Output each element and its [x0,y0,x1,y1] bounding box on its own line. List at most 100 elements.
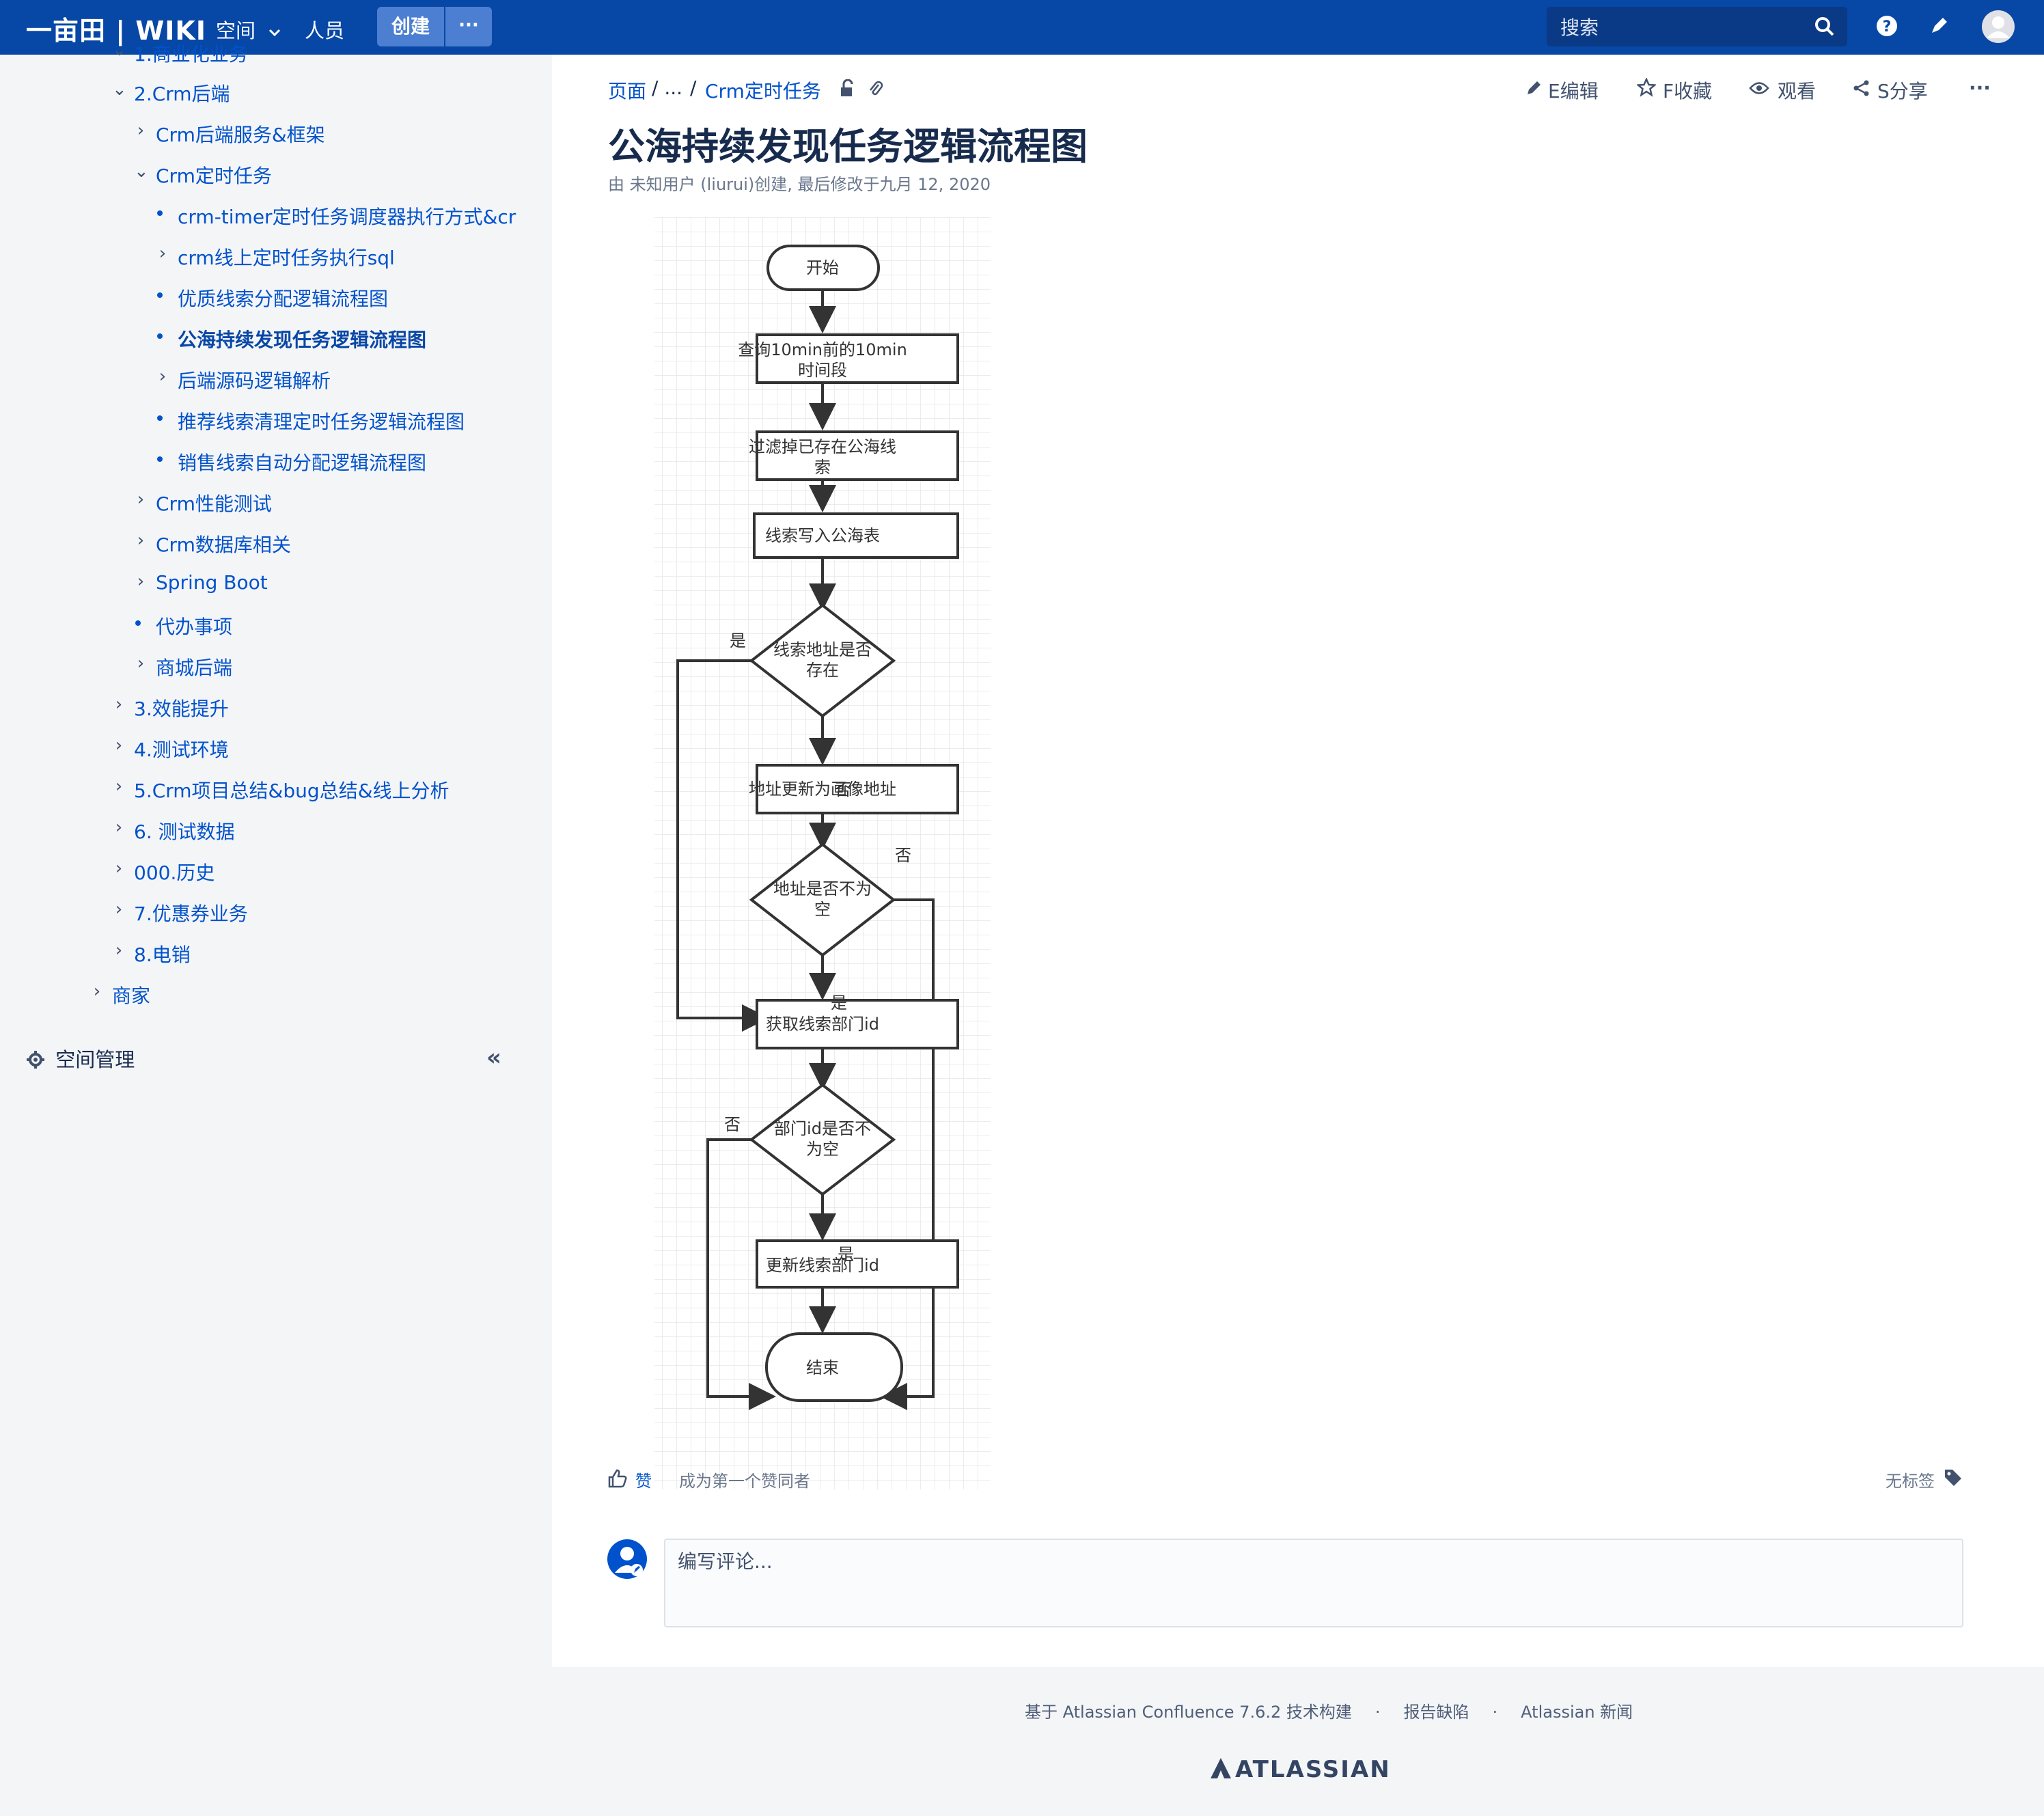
chevron-right-icon[interactable]: › [90,981,104,1002]
chevron-right-icon[interactable]: › [112,694,126,715]
flow-end: 结束 [806,1358,839,1377]
collapse-sidebar-icon[interactable]: « [486,1044,501,1071]
like-button[interactable]: 赞 [635,1468,652,1491]
help-icon[interactable]: ? [1875,14,1899,38]
search-icon[interactable] [1814,16,1835,37]
chevron-right-icon[interactable]: › [156,243,169,264]
share-button[interactable]: S分享 [1877,77,1928,104]
space-admin-link[interactable]: 空间管理 [26,1044,135,1073]
sidebar-item-crm-backend[interactable]: ⌄ 2.Crm后端 [112,79,230,107]
bullet-icon [157,210,163,216]
sidebar-item-label: Crm性能测试 [156,493,272,515]
sidebar-item-label: 8.电销 [134,944,191,966]
chevron-right-icon[interactable]: › [112,940,126,961]
breadcrumb-ellipsis[interactable]: / ... [652,77,682,99]
flow-step5: 获取线索部门id [766,1015,879,1034]
flow-start: 开始 [806,258,839,277]
sidebar-item-test-data[interactable]: › 6. 测试数据 [115,817,235,844]
sidebar-item-label: 3.效能提升 [134,698,229,720]
sidebar-item-commercial[interactable]: ⌄ 1.商业化业务 [112,40,248,67]
unlock-icon[interactable] [839,79,855,98]
tag-icon[interactable] [1943,1468,1963,1488]
chevron-right-icon[interactable]: › [112,735,126,756]
sidebar-item-crm-performance[interactable]: › Crm性能测试 [137,489,272,517]
flow-step2-line2: 索 [814,458,831,477]
sidebar-item-source-analysis[interactable]: › 后端源码逻辑解析 [159,366,331,394]
chevron-right-icon[interactable]: › [112,817,126,838]
nav-spaces-label: 空间 [216,19,256,42]
nav-people[interactable]: 人员 [305,15,344,44]
sidebar-item-label: 推荐线索清理定时任务逻辑流程图 [178,411,465,433]
sidebar-item-mall-backend[interactable]: › 商城后端 [137,653,233,680]
sidebar-item-label: crm线上定时任务执行sql [178,247,395,269]
sidebar-item-sales-leads[interactable]: 销售线索自动分配逻辑流程图 [157,448,426,476]
flow-label-yes: 是 [730,631,746,650]
sidebar-item-telesales[interactable]: › 8.电销 [115,940,191,967]
paperclip-icon[interactable] [868,79,884,98]
flowchart-diagram[interactable]: 开始 查询10min前的10min 时间段 过滤掉已存在公海线 索 线索写入公海… [648,217,1003,1495]
chevron-right-icon[interactable]: › [156,366,169,387]
sidebar-item-current-page[interactable]: 公海持续发现任务逻辑流程图 [157,325,426,353]
chevron-right-icon[interactable]: › [112,899,126,920]
edit-button[interactable]: E编辑 [1548,77,1599,104]
sidebar-item-recommend-cleanup[interactable]: 推荐线索清理定时任务逻辑流程图 [157,407,465,435]
sidebar-item-history[interactable]: › 000.历史 [115,858,215,885]
sidebar-item-efficiency[interactable]: › 3.效能提升 [115,694,229,721]
eye-icon [1749,82,1769,94]
sidebar-item-crm-summary[interactable]: › 5.Crm项目总结&bug总结&线上分析 [115,776,450,803]
avatar[interactable] [1981,10,2015,44]
sidebar-item-quality-leads[interactable]: 优质线索分配逻辑流程图 [157,284,388,312]
create-more-button[interactable]: ··· [445,7,492,46]
no-labels-text: 无标签 [1886,1472,1935,1491]
sidebar-item-crm-timer[interactable]: ⌄ Crm定时任务 [134,161,272,189]
atlassian-wordmark: ATLASSIAN [1235,1756,1391,1783]
chevron-right-icon[interactable]: › [134,571,148,592]
create-button[interactable]: 创建 [377,7,444,46]
breadcrumb-parent[interactable]: Crm定时任务 [705,77,821,104]
page-byline: 由 未知用户 (liurui)创建, 最后修改于九月 12, 2020 [608,175,991,194]
sidebar-item-test-env[interactable]: › 4.测试环境 [115,735,229,762]
chevron-right-icon[interactable]: › [112,858,126,879]
chevron-down-icon[interactable]: ⌄ [112,40,127,60]
sidebar-item-label: Crm后端服务&框架 [156,124,325,146]
gear-icon [27,1051,44,1069]
sidebar-item-coupon[interactable]: › 7.优惠券业务 [115,899,248,926]
chevron-right-icon[interactable]: › [134,653,148,674]
bullet-icon [157,456,163,462]
chevron-down-icon[interactable]: ⌄ [134,161,149,182]
sidebar-item-todo[interactable]: 代办事项 [135,612,232,639]
sidebar-item-label: 商城后端 [156,657,233,679]
atlassian-icon [1211,1758,1231,1778]
sidebar-item-label: 4.测试环境 [134,739,229,761]
sidebar-item-label: Crm定时任务 [156,165,272,187]
watch-button[interactable]: 观看 [1778,77,1816,104]
favorite-button[interactable]: F收藏 [1663,77,1712,104]
share-icon [1853,80,1869,96]
search-input[interactable] [1559,14,1808,41]
atlassian-logo[interactable]: ATLASSIAN [1209,1756,1391,1783]
notifications-icon[interactable] [1926,14,1951,38]
sidebar-item-label: Spring Boot [156,571,268,594]
footer-report-bug[interactable]: 报告缺陷 [1404,1703,1469,1722]
chevron-down-icon[interactable]: ⌄ [112,79,127,100]
sidebar-item-spring-boot[interactable]: › Spring Boot [137,571,268,594]
footer-built-with[interactable]: 基于 Atlassian Confluence 7.6.2 技术构建 [1025,1703,1352,1722]
chevron-right-icon[interactable]: › [112,776,126,797]
flow-decision1-line1: 线索地址是否 [773,640,872,659]
comment-editor[interactable] [664,1539,1963,1627]
star-icon [1637,78,1656,97]
breadcrumb-pages[interactable]: 页面 [608,77,646,104]
chevron-right-icon[interactable]: › [134,120,148,141]
sidebar-item-crm-backend-framework[interactable]: › Crm后端服务&框架 [137,120,325,148]
sidebar-item-timer-scheduler[interactable]: crm-timer定时任务调度器执行方式&cr [157,202,516,230]
footer-atlassian-news[interactable]: Atlassian 新闻 [1521,1703,1633,1722]
chevron-right-icon[interactable]: › [134,489,148,510]
sidebar-item-crm-database[interactable]: › Crm数据库相关 [137,530,291,558]
thumbs-up-icon[interactable] [607,1468,629,1489]
chevron-right-icon[interactable]: › [134,530,148,551]
comment-input[interactable] [676,1547,1909,1576]
sidebar: ⌄ 1.商业化业务 ⌄ 2.Crm后端 › Crm后端服务&框架 ⌄ Crm定时… [0,40,551,1816]
sidebar-item-merchant[interactable]: › 商家 [94,981,150,1008]
more-actions-button[interactable]: ··· [1969,77,1991,99]
sidebar-item-timer-sql[interactable]: › crm线上定时任务执行sql [159,243,395,271]
